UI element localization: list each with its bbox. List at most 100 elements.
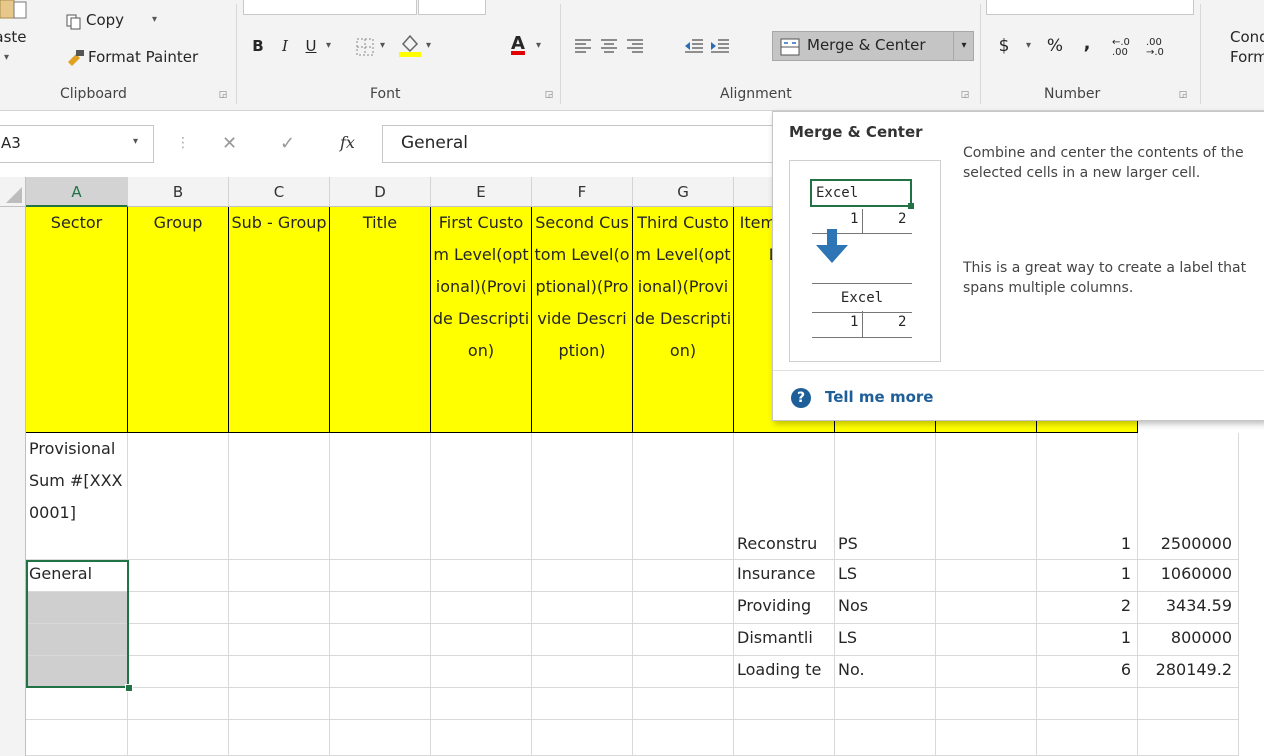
- number-format-input[interactable]: [986, 0, 1194, 15]
- copy-button[interactable]: Copy: [86, 11, 124, 29]
- font-color-dropdown-icon[interactable]: ▾: [536, 40, 541, 51]
- align-center-icon[interactable]: [600, 38, 618, 58]
- cell[interactable]: [532, 433, 633, 560]
- select-all-corner[interactable]: [0, 177, 26, 207]
- cell[interactable]: [633, 624, 734, 656]
- increase-indent-icon[interactable]: [710, 38, 730, 58]
- cell[interactable]: [532, 656, 633, 688]
- percent-button[interactable]: %: [1044, 34, 1066, 58]
- cell[interactable]: 1060000: [1138, 560, 1239, 592]
- cell[interactable]: [835, 720, 936, 756]
- borders-dropdown-icon[interactable]: ▾: [380, 40, 385, 51]
- column-header-c[interactable]: C: [229, 177, 330, 207]
- cell[interactable]: [633, 688, 734, 720]
- cell[interactable]: [128, 433, 229, 560]
- italic-button[interactable]: I: [276, 34, 294, 58]
- enter-icon[interactable]: ✓: [280, 133, 295, 154]
- cell[interactable]: [128, 688, 229, 720]
- cell[interactable]: [936, 433, 1037, 560]
- cell[interactable]: Nos: [835, 592, 936, 624]
- cell[interactable]: [431, 624, 532, 656]
- cell[interactable]: [1138, 720, 1239, 756]
- cell[interactable]: 1: [1037, 433, 1138, 560]
- cell[interactable]: [431, 592, 532, 624]
- cancel-icon[interactable]: ✕: [222, 133, 237, 154]
- paste-icon[interactable]: [0, 0, 30, 20]
- header-cell-d[interactable]: Title: [330, 207, 431, 433]
- cell[interactable]: [431, 720, 532, 756]
- cell[interactable]: Dismantli: [734, 624, 835, 656]
- cell[interactable]: [229, 624, 330, 656]
- cell[interactable]: [1037, 688, 1138, 720]
- cell[interactable]: [532, 720, 633, 756]
- currency-dropdown-icon[interactable]: ▾: [1026, 40, 1031, 51]
- align-left-icon[interactable]: [574, 38, 592, 58]
- number-launcher-icon[interactable]: ◲: [1178, 90, 1188, 100]
- column-header-a[interactable]: A: [26, 177, 128, 207]
- font-name-input[interactable]: [243, 0, 417, 15]
- fill-color-dropdown-icon[interactable]: ▾: [426, 40, 431, 51]
- cell[interactable]: PS: [835, 433, 936, 560]
- cell[interactable]: [431, 560, 532, 592]
- cell[interactable]: [330, 624, 431, 656]
- bold-button[interactable]: B: [248, 34, 268, 58]
- align-right-icon[interactable]: [626, 38, 644, 58]
- fill-handle[interactable]: [125, 684, 133, 692]
- header-cell-c[interactable]: Sub - Group: [229, 207, 330, 433]
- cell[interactable]: [128, 560, 229, 592]
- name-box-dropdown-icon[interactable]: ▾: [133, 136, 138, 147]
- cell[interactable]: [229, 688, 330, 720]
- cell[interactable]: No.: [835, 656, 936, 688]
- cell[interactable]: 280149.2: [1138, 656, 1239, 688]
- cell[interactable]: [330, 560, 431, 592]
- cell[interactable]: LS: [835, 560, 936, 592]
- cell[interactable]: [734, 720, 835, 756]
- cell[interactable]: 3434.59: [1138, 592, 1239, 624]
- cell[interactable]: [532, 688, 633, 720]
- tell-me-more-link[interactable]: Tell me more: [825, 388, 933, 406]
- font-size-input[interactable]: [418, 0, 486, 15]
- cell[interactable]: Providing: [734, 592, 835, 624]
- column-header-e[interactable]: E: [431, 177, 532, 207]
- cell[interactable]: [128, 592, 229, 624]
- cell[interactable]: Loading te: [734, 656, 835, 688]
- underline-dropdown-icon[interactable]: ▾: [326, 40, 331, 51]
- cell[interactable]: [431, 433, 532, 560]
- format-painter-button[interactable]: Format Painter: [88, 48, 198, 66]
- header-cell-g[interactable]: Third Custom Level(optional)(Provide Des…: [633, 207, 734, 433]
- cell[interactable]: [936, 656, 1037, 688]
- paste-button[interactable]: Paste: [0, 28, 27, 46]
- column-header-b[interactable]: B: [128, 177, 229, 207]
- cell[interactable]: [330, 720, 431, 756]
- cell[interactable]: [330, 688, 431, 720]
- cell[interactable]: 1: [1037, 624, 1138, 656]
- cell[interactable]: LS: [835, 624, 936, 656]
- cell[interactable]: [229, 656, 330, 688]
- merge-center-button[interactable]: Merge & Center ▾: [772, 31, 974, 61]
- cell[interactable]: 1: [1037, 560, 1138, 592]
- cell[interactable]: [532, 592, 633, 624]
- copy-dropdown-icon[interactable]: ▾: [152, 14, 157, 25]
- header-cell-e[interactable]: First Custom Level(optional)(Provide Des…: [431, 207, 532, 433]
- font-launcher-icon[interactable]: ◲: [544, 90, 554, 100]
- header-cell-b[interactable]: Group: [128, 207, 229, 433]
- cell[interactable]: [128, 720, 229, 756]
- cell[interactable]: [229, 720, 330, 756]
- cell[interactable]: [330, 656, 431, 688]
- comma-button[interactable]: ,: [1080, 32, 1094, 56]
- cell[interactable]: [936, 592, 1037, 624]
- cell[interactable]: 800000: [1138, 624, 1239, 656]
- cell[interactable]: [330, 592, 431, 624]
- paste-dropdown-icon[interactable]: ▾: [4, 52, 9, 63]
- cell[interactable]: [633, 592, 734, 624]
- decrease-indent-icon[interactable]: [684, 38, 704, 58]
- alignment-launcher-icon[interactable]: ◲: [960, 90, 970, 100]
- cell-a2-provisional-sum[interactable]: Provisional Sum #[XXX0001]: [26, 433, 128, 560]
- cell[interactable]: [431, 656, 532, 688]
- merge-center-dropdown-icon[interactable]: ▾: [953, 32, 974, 60]
- clipboard-launcher-icon[interactable]: ◲: [218, 90, 228, 100]
- conditional-formatting-button[interactable]: Cond: [1230, 28, 1264, 46]
- underline-button[interactable]: U: [302, 34, 320, 58]
- header-cell-a[interactable]: Sector: [26, 207, 128, 433]
- decrease-decimal-button[interactable]: .00 →.0: [1146, 38, 1170, 58]
